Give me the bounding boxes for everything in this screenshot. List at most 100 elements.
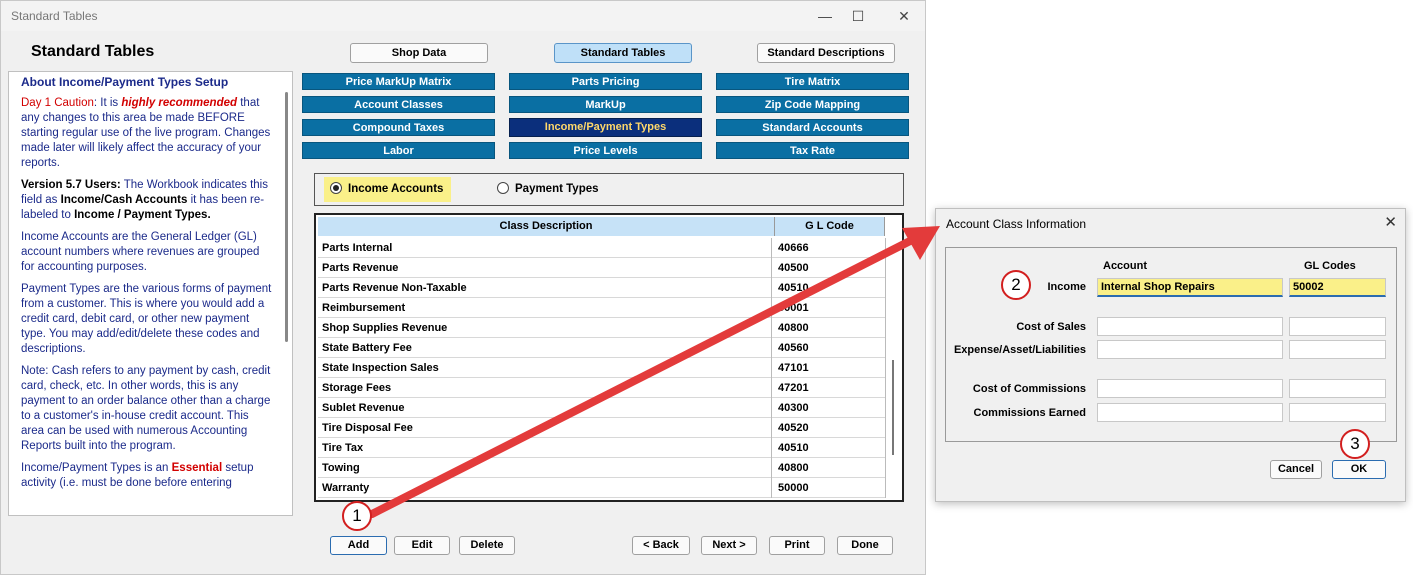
gl-code-cell: 40560 [776,338,886,358]
table-row[interactable]: Parts Internal 40666 [318,238,886,258]
minimize-icon[interactable]: — [813,5,837,27]
commissions-earned-gl-code-field[interactable] [1289,403,1386,422]
tab-standard-descriptions[interactable]: Standard Descriptions [757,43,895,63]
help-note: Note: Cash refers to any payment by cash… [21,365,271,452]
column-header-class-description[interactable]: Class Description [318,217,775,236]
nav-zip-code-mapping[interactable]: Zip Code Mapping [716,96,909,113]
table-row[interactable]: Towing 40800 [318,458,886,478]
class-description-cell: Reimbursement [320,298,772,318]
standard-tables-window: Standard Tables — ☐ ✕ Standard Tables Sh… [0,0,926,575]
column-header-gl-codes: GL Codes [1304,260,1356,272]
nav-parts-pricing[interactable]: Parts Pricing [509,73,702,90]
dialog-close-icon[interactable]: ✕ [1384,213,1397,231]
radio-empty-icon [497,182,509,194]
table-row[interactable]: Parts Revenue Non-Taxable 40510 [318,278,886,298]
column-header-gl-code[interactable]: G L Code [775,217,885,236]
class-description-cell: Sublet Revenue [320,398,772,418]
nav-income-payment-types[interactable]: Income/Payment Types [509,118,702,137]
print-button[interactable]: Print [769,536,825,555]
nav-standard-accounts[interactable]: Standard Accounts [716,119,909,136]
nav-compound-taxes[interactable]: Compound Taxes [302,119,495,136]
table-row[interactable]: Warranty 50000 [318,478,886,498]
callout-1: 1 [342,501,372,531]
help-payment-types: Payment Types are the various forms of p… [21,283,272,355]
nav-markup[interactable]: MarkUp [509,96,702,113]
add-button[interactable]: Add [330,536,387,555]
radio-selected-icon [330,182,342,194]
class-description-cell: Storage Fees [320,378,772,398]
radio-payment-types[interactable]: Payment Types [491,177,607,202]
next-button[interactable]: Next > [701,536,757,555]
page-title: Standard Tables [31,43,155,60]
table-scrollbar[interactable] [892,360,894,455]
table-row[interactable]: Shop Supplies Revenue 40800 [318,318,886,338]
gl-code-cell: 40510 [776,278,886,298]
gl-code-cell: 40500 [776,258,886,278]
help-day1-caution: Day 1 Caution: It is highly recommended … [21,97,271,169]
close-icon[interactable]: ✕ [892,5,916,27]
gl-code-cell: 40300 [776,398,886,418]
class-description-cell: Parts Revenue [320,258,772,278]
class-description-cell: Tire Disposal Fee [320,418,772,438]
cost-of-sales-gl-code-field[interactable] [1289,317,1386,336]
back-button[interactable]: < Back [632,536,690,555]
ok-button[interactable]: OK [1332,460,1386,479]
table-row[interactable]: Reimbursement 50001 [318,298,886,318]
title-bar: Standard Tables — ☐ ✕ [1,1,925,31]
income-gl-code-field[interactable] [1289,278,1386,297]
done-button[interactable]: Done [837,536,893,555]
class-description-cell: Warranty [320,478,772,498]
class-description-cell: Shop Supplies Revenue [320,318,772,338]
table-row[interactable]: Storage Fees 47201 [318,378,886,398]
radio-income-accounts[interactable]: Income Accounts [324,177,452,202]
window-title: Standard Tables [11,9,98,23]
table-row[interactable]: Parts Revenue 40500 [318,258,886,278]
help-essential: Income/Payment Types is an Essential set… [21,462,254,489]
gl-code-cell: 40666 [776,238,886,258]
cost-of-sales-label: Cost of Sales [1016,321,1086,333]
expense-account-field[interactable] [1097,340,1283,359]
account-class-information-dialog: Account Class Information ✕ Account GL C… [935,208,1406,502]
class-description-cell: State Inspection Sales [320,358,772,378]
delete-button[interactable]: Delete [459,536,515,555]
cost-of-sales-account-field[interactable] [1097,317,1283,336]
table-row[interactable]: Tire Tax 40510 [318,438,886,458]
class-description-cell: State Battery Fee [320,338,772,358]
help-heading: About Income/Payment Types Setup [21,75,229,89]
gl-code-cell: 50000 [776,478,886,498]
cost-of-commissions-gl-code-field[interactable] [1289,379,1386,398]
table-row[interactable]: State Battery Fee 40560 [318,338,886,358]
nav-tax-rate[interactable]: Tax Rate [716,142,909,159]
help-pane[interactable]: About Income/Payment Types Setup Day 1 C… [8,71,293,516]
table-row[interactable]: State Inspection Sales 47101 [318,358,886,378]
nav-price-markup-matrix[interactable]: Price MarkUp Matrix [302,73,495,90]
nav-account-classes[interactable]: Account Classes [302,96,495,113]
maximize-icon[interactable]: ☐ [846,5,870,27]
gl-code-cell: 40520 [776,418,886,438]
gl-code-cell: 50001 [776,298,886,318]
tab-standard-tables[interactable]: Standard Tables [554,43,692,63]
expense-gl-code-field[interactable] [1289,340,1386,359]
column-header-account: Account [1103,260,1147,272]
help-text: About Income/Payment Types Setup Day 1 C… [21,75,273,498]
dialog-title: Account Class Information [946,217,1087,231]
income-account-field[interactable] [1097,278,1283,297]
cancel-button[interactable]: Cancel [1270,460,1322,479]
commissions-earned-account-field[interactable] [1097,403,1283,422]
gl-code-cell: 40800 [776,458,886,478]
class-description-cell: Parts Revenue Non-Taxable [320,278,772,298]
cost-of-commissions-account-field[interactable] [1097,379,1283,398]
nav-tire-matrix[interactable]: Tire Matrix [716,73,909,90]
class-description-cell: Towing [320,458,772,478]
help-scrollbar[interactable] [285,92,288,342]
nav-labor[interactable]: Labor [302,142,495,159]
edit-button[interactable]: Edit [394,536,450,555]
help-version-note: Version 5.7 Users: The Workbook indicate… [21,179,268,221]
nav-price-levels[interactable]: Price Levels [509,142,702,159]
table-row[interactable]: Tire Disposal Fee 40520 [318,418,886,438]
class-description-cell: Tire Tax [320,438,772,458]
cost-of-commissions-label: Cost of Commissions [972,383,1086,395]
account-class-table[interactable]: Class Description G L Code Parts Interna… [314,213,904,502]
table-row[interactable]: Sublet Revenue 40300 [318,398,886,418]
tab-shop-data[interactable]: Shop Data [350,43,488,63]
